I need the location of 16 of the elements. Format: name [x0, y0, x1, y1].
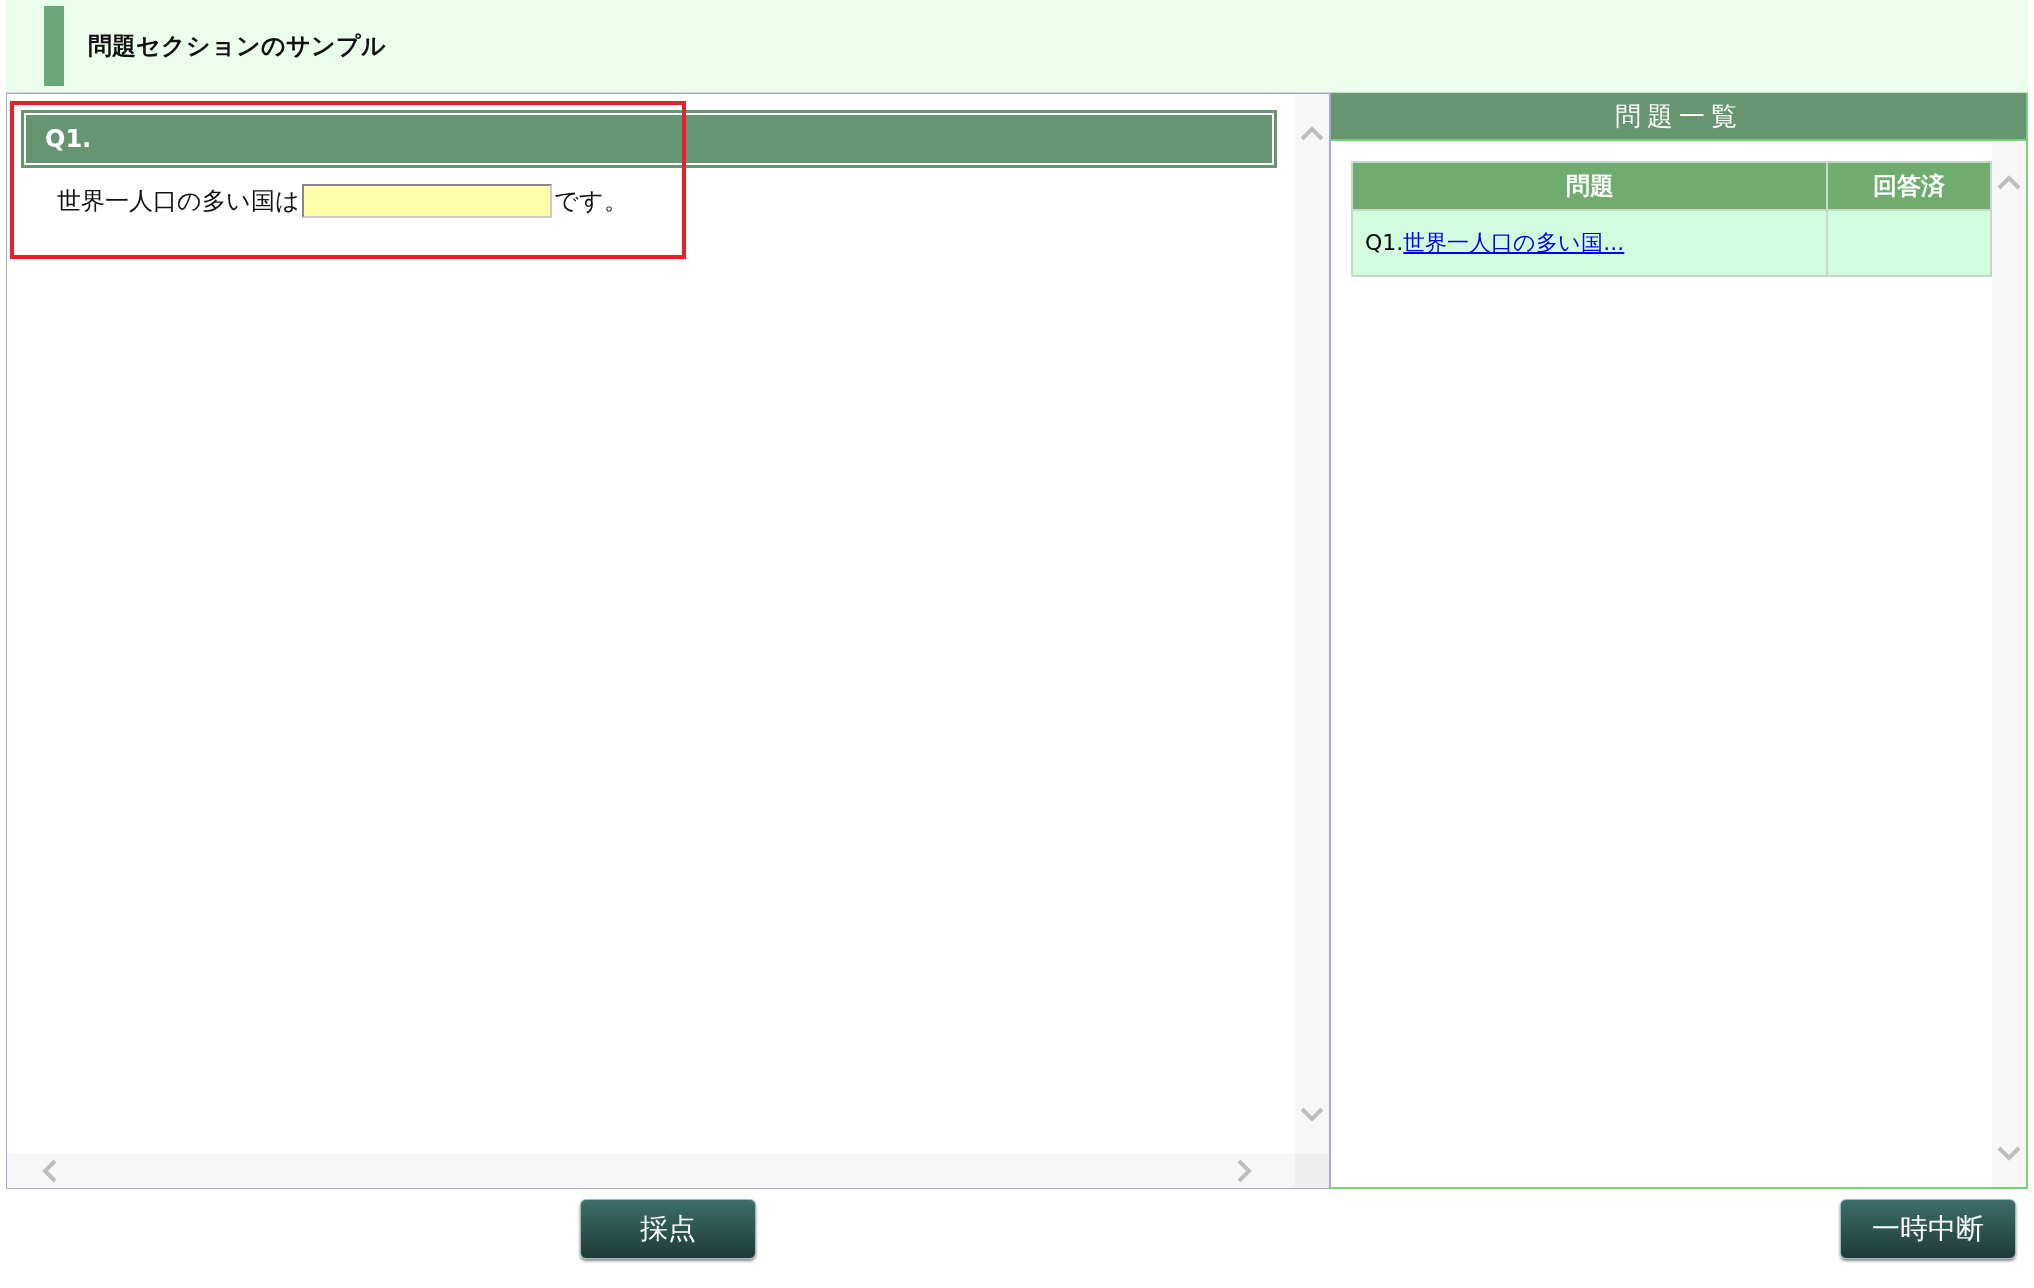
scrollbar-corner: [1295, 1154, 1329, 1188]
section-title: 問題セクションのサンプル: [88, 31, 386, 62]
answer-field[interactable]: [302, 184, 552, 218]
question-link[interactable]: 世界一人口の多い国...: [1403, 230, 1625, 255]
question-text: です。: [554, 186, 628, 217]
grade-button[interactable]: 採点: [580, 1199, 756, 1259]
question-number: Q1.: [1365, 230, 1404, 255]
pause-button[interactable]: 一時中断: [1840, 1199, 2016, 1259]
vertical-scrollbar[interactable]: [1295, 94, 1329, 1154]
question-label: Q1.: [21, 110, 1277, 168]
question-text: 世界一人口の多い国は: [57, 186, 300, 217]
panel-title: 問題一覧: [1331, 93, 2026, 141]
vertical-scrollbar[interactable]: [1992, 141, 2026, 1187]
column-header: 問題: [1352, 162, 1827, 210]
horizontal-scrollbar[interactable]: [7, 1154, 1295, 1188]
column-header: 回答済: [1827, 162, 1991, 210]
